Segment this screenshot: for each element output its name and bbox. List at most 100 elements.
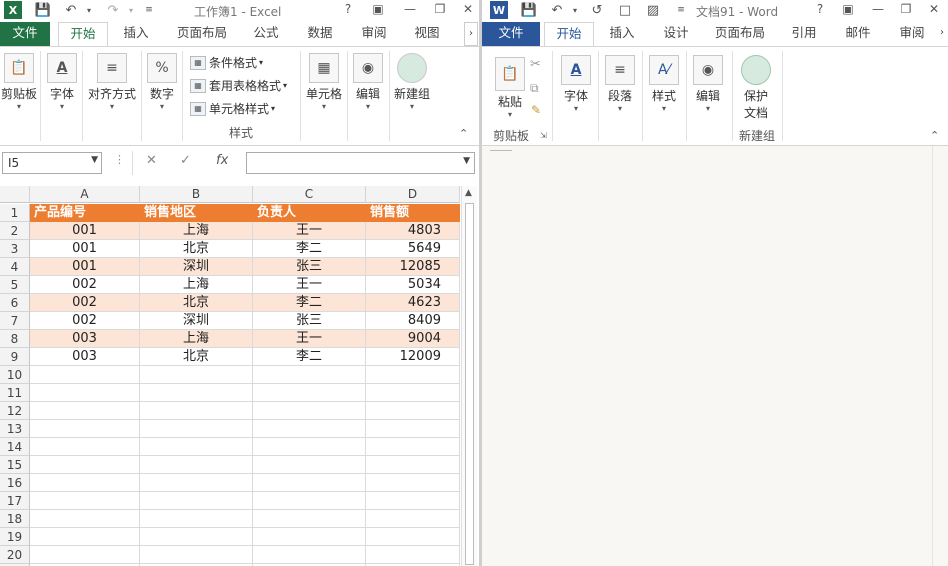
row-header[interactable]: 9 bbox=[0, 348, 30, 366]
tab-design[interactable]: 设计 bbox=[652, 22, 700, 46]
tab-home[interactable]: 开始 bbox=[544, 22, 594, 46]
table-cell[interactable]: 张三 bbox=[253, 258, 366, 276]
row-header[interactable]: 15 bbox=[0, 456, 30, 474]
restore-icon[interactable]: ❐ bbox=[894, 0, 918, 18]
table-cell[interactable]: 12009 bbox=[366, 348, 460, 366]
table-cell[interactable]: 003 bbox=[30, 348, 140, 366]
minimize-icon[interactable]: — bbox=[866, 0, 890, 18]
tab-file[interactable]: 文件 bbox=[0, 22, 50, 46]
tab-mailings[interactable]: 邮件 bbox=[834, 22, 882, 46]
table-cell[interactable]: 4803 bbox=[366, 222, 460, 240]
empty-cell[interactable] bbox=[253, 492, 366, 510]
empty-cell[interactable] bbox=[366, 474, 460, 492]
undo-icon[interactable]: ↶ bbox=[548, 1, 566, 19]
empty-cell[interactable] bbox=[140, 492, 253, 510]
empty-cell[interactable] bbox=[366, 546, 460, 564]
empty-cell[interactable] bbox=[253, 438, 366, 456]
customize-qat-icon[interactable]: ≡ bbox=[672, 1, 690, 19]
copy-icon[interactable]: ⧉ bbox=[530, 81, 539, 96]
alignment-button[interactable]: ≡ 对齐方式 ▾ bbox=[85, 53, 139, 112]
row-header[interactable]: 19 bbox=[0, 528, 30, 546]
empty-cell[interactable] bbox=[30, 438, 140, 456]
tab-scroll-right-icon[interactable]: › bbox=[464, 22, 478, 46]
table-cell[interactable]: 王一 bbox=[253, 330, 366, 348]
repeat-icon[interactable]: ↺ bbox=[588, 1, 606, 19]
table-cell[interactable]: 李二 bbox=[253, 240, 366, 258]
empty-cell[interactable] bbox=[366, 366, 460, 384]
empty-cell[interactable] bbox=[253, 384, 366, 402]
close-icon[interactable]: ✕ bbox=[456, 0, 479, 18]
empty-cell[interactable] bbox=[30, 474, 140, 492]
vertical-scrollbar[interactable]: ▲ bbox=[461, 186, 477, 566]
table-cell[interactable]: 9004 bbox=[366, 330, 460, 348]
empty-cell[interactable] bbox=[253, 456, 366, 474]
tab-references[interactable]: 引用 bbox=[780, 22, 828, 46]
table-cell[interactable]: 深圳 bbox=[140, 258, 253, 276]
table-header-cell[interactable]: 销售额 bbox=[366, 204, 460, 222]
empty-cell[interactable] bbox=[253, 420, 366, 438]
empty-cell[interactable] bbox=[366, 402, 460, 420]
layout-icon[interactable]: ▨ bbox=[644, 1, 662, 19]
cells-button[interactable]: ▦ 单元格 ▾ bbox=[304, 53, 344, 112]
save-icon[interactable]: 💾 bbox=[520, 1, 538, 19]
help-icon[interactable]: ? bbox=[808, 0, 832, 18]
tab-file[interactable]: 文件 bbox=[482, 22, 540, 46]
help-icon[interactable]: ? bbox=[336, 0, 360, 18]
cut-icon[interactable]: ✂ bbox=[530, 57, 541, 72]
tab-scroll-right-icon[interactable]: › bbox=[936, 22, 948, 46]
ribbon-display-icon[interactable]: ▣ bbox=[366, 0, 390, 18]
table-cell[interactable]: 张三 bbox=[253, 312, 366, 330]
empty-cell[interactable] bbox=[253, 474, 366, 492]
row-header[interactable]: 5 bbox=[0, 276, 30, 294]
empty-cell[interactable] bbox=[366, 420, 460, 438]
table-cell[interactable]: 002 bbox=[30, 294, 140, 312]
table-cell[interactable]: 002 bbox=[30, 276, 140, 294]
empty-cell[interactable] bbox=[140, 366, 253, 384]
tab-review[interactable]: 审阅 bbox=[888, 22, 936, 46]
table-cell[interactable]: 001 bbox=[30, 258, 140, 276]
table-cell[interactable]: 5034 bbox=[366, 276, 460, 294]
row-header[interactable]: 4 bbox=[0, 258, 30, 276]
tab-data[interactable]: 数据 bbox=[296, 22, 344, 46]
table-cell[interactable]: 李二 bbox=[253, 348, 366, 366]
empty-cell[interactable] bbox=[366, 438, 460, 456]
empty-cell[interactable] bbox=[30, 402, 140, 420]
save-icon[interactable]: 💾 bbox=[34, 1, 52, 19]
tab-home[interactable]: 开始 bbox=[58, 22, 108, 46]
undo-icon[interactable]: ↶ bbox=[62, 1, 80, 19]
empty-cell[interactable] bbox=[30, 546, 140, 564]
document-area[interactable] bbox=[482, 146, 948, 566]
empty-cell[interactable] bbox=[140, 510, 253, 528]
table-cell[interactable]: 上海 bbox=[140, 330, 253, 348]
row-header[interactable]: 11 bbox=[0, 384, 30, 402]
row-header[interactable]: 12 bbox=[0, 402, 30, 420]
formula-input[interactable]: ▼ bbox=[246, 152, 475, 174]
table-header-cell[interactable]: 产品编号 bbox=[30, 204, 140, 222]
scroll-up-icon[interactable]: ▲ bbox=[465, 188, 472, 198]
table-cell[interactable]: 深圳 bbox=[140, 312, 253, 330]
table-header-cell[interactable]: 销售地区 bbox=[140, 204, 253, 222]
table-cell[interactable]: 北京 bbox=[140, 294, 253, 312]
new-group-button[interactable]: 新建组 ▾ bbox=[392, 53, 432, 112]
enter-check-icon[interactable]: ✓ bbox=[180, 153, 191, 168]
edit-button[interactable]: ◉ 编辑 ▾ bbox=[350, 53, 386, 112]
row-header[interactable]: 18 bbox=[0, 510, 30, 528]
row-header[interactable]: 10 bbox=[0, 366, 30, 384]
empty-cell[interactable] bbox=[366, 492, 460, 510]
column-header[interactable]: A bbox=[30, 186, 140, 203]
table-cell[interactable]: 北京 bbox=[140, 240, 253, 258]
row-header[interactable]: 8 bbox=[0, 330, 30, 348]
table-cell[interactable]: 003 bbox=[30, 330, 140, 348]
empty-cell[interactable] bbox=[140, 402, 253, 420]
scroll-thumb[interactable] bbox=[465, 203, 474, 565]
empty-cell[interactable] bbox=[253, 510, 366, 528]
paragraph-button[interactable]: ≡ 段落 ▾ bbox=[602, 55, 638, 114]
empty-cell[interactable] bbox=[253, 528, 366, 546]
row-header[interactable]: 16 bbox=[0, 474, 30, 492]
collapse-ribbon-icon[interactable]: ⌃ bbox=[459, 127, 468, 140]
empty-cell[interactable] bbox=[30, 384, 140, 402]
redo-dropdown-icon[interactable]: ▾ bbox=[122, 1, 140, 19]
close-icon[interactable]: ✕ bbox=[922, 0, 946, 18]
table-cell[interactable]: 王一 bbox=[253, 276, 366, 294]
empty-cell[interactable] bbox=[366, 528, 460, 546]
